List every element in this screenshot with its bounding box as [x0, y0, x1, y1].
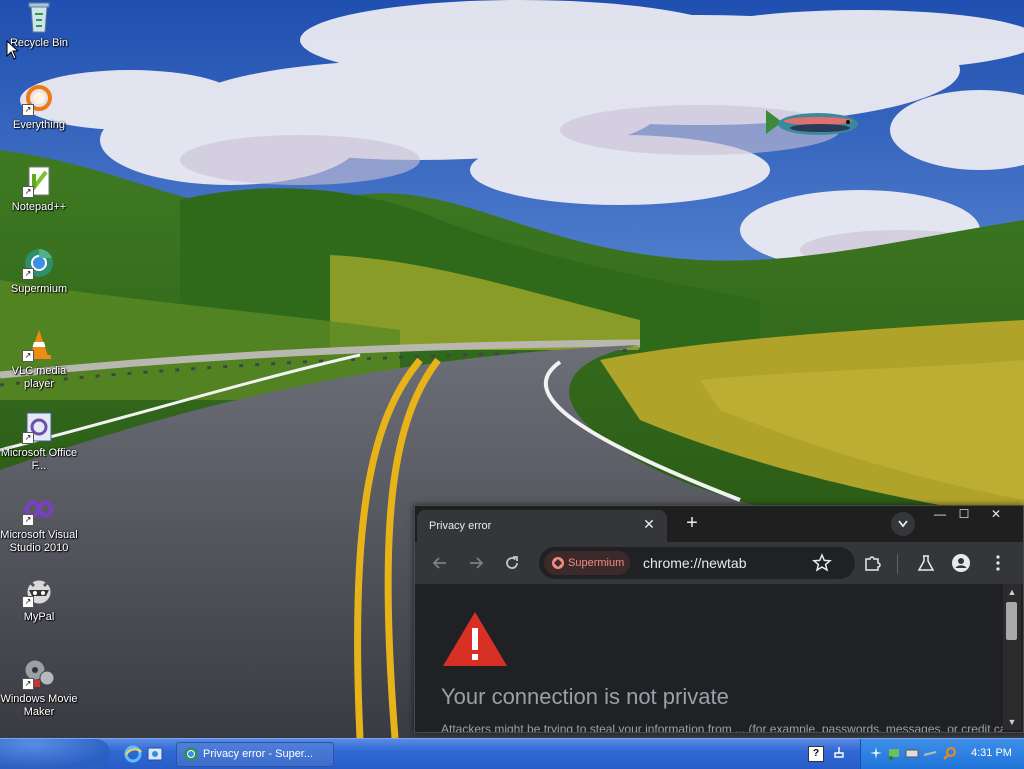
- desktop-icon-everything[interactable]: ↗ Everything: [0, 82, 78, 132]
- system-tray: 4:31 PM: [860, 739, 1024, 769]
- close-window-button[interactable]: ✕: [981, 506, 1011, 524]
- desktop-icon-label: Microsoft Office F...: [0, 447, 78, 472]
- taskbar-button-browser[interactable]: Privacy error - Super...: [176, 742, 334, 767]
- desktop-fish-decoration: [762, 104, 860, 144]
- desktop-icon-mypal[interactable]: ↗ MyPal: [0, 574, 78, 624]
- maximize-button[interactable]: ☐: [949, 506, 979, 524]
- browser-titlebar[interactable]: Privacy error ✕ + — ☐ ✕: [415, 506, 1023, 542]
- desktop-icon-office[interactable]: ↗ Microsoft Office F...: [0, 410, 78, 473]
- start-button[interactable]: [0, 739, 110, 769]
- reload-icon: [506, 556, 518, 569]
- page-description: Attackers might be trying to steal your …: [441, 722, 1003, 732]
- desktop-icon-movie-maker[interactable]: ↗ Windows Movie Maker: [0, 656, 78, 719]
- vlc-cone-icon: ↗: [22, 328, 56, 362]
- back-button[interactable]: [429, 552, 451, 574]
- supermium-browser-icon: ↗: [22, 246, 56, 280]
- address-bar[interactable]: Supermium chrome://newtab: [539, 547, 855, 579]
- extensions-button[interactable]: [861, 552, 883, 574]
- everything-search-icon: ↗: [22, 82, 56, 116]
- star-icon: [812, 553, 832, 572]
- browser-window[interactable]: Privacy error ✕ + — ☐ ✕ Supermium chrome…: [414, 505, 1024, 733]
- scroll-thumb[interactable]: [1006, 602, 1017, 640]
- security-chip[interactable]: Supermium: [544, 551, 630, 575]
- page-content: Your connection is not private Attackers…: [415, 584, 1003, 732]
- shortcut-arrow-icon: ↗: [22, 104, 34, 116]
- taskbar-clock[interactable]: 4:31 PM: [971, 747, 1012, 759]
- quick-launch-show-desktop-icon[interactable]: [146, 745, 164, 763]
- shortcut-arrow-icon: ↗: [22, 678, 34, 690]
- desktop-icon-label: MyPal: [23, 611, 55, 623]
- puzzle-piece-icon: [865, 556, 881, 571]
- supermium-taskbar-icon: [183, 746, 199, 765]
- keyboard-tray-icon[interactable]: [905, 746, 919, 760]
- language-bar-icon[interactable]: [832, 745, 850, 763]
- recycle-bin-icon: [22, 0, 56, 34]
- page-title: Your connection is not private: [441, 684, 729, 709]
- chevron-down-icon: [898, 520, 908, 528]
- new-tab-button[interactable]: +: [681, 513, 703, 535]
- not-secure-icon: [552, 557, 564, 569]
- kebab-menu-icon: [996, 555, 1000, 571]
- desktop-icon-label: Everything: [13, 119, 65, 131]
- tab-close-icon[interactable]: ✕: [641, 516, 657, 532]
- reload-button[interactable]: [501, 552, 523, 574]
- scroll-down-arrow-icon[interactable]: ▼: [1006, 716, 1018, 728]
- search-tray-icon[interactable]: [943, 746, 957, 760]
- mypal-raccoon-icon: ↗: [22, 574, 56, 608]
- taskbar: Privacy error - Super... ? 4:31 PM: [0, 738, 1024, 769]
- network-tray-icon[interactable]: [869, 746, 883, 760]
- desktop-icon-label: VLC media player: [11, 365, 67, 390]
- quick-launch-ie-icon[interactable]: [124, 745, 142, 763]
- tab-title: Privacy error: [429, 520, 492, 532]
- tab-search-button[interactable]: [891, 512, 915, 536]
- flask-icon: [917, 555, 935, 571]
- profile-button[interactable]: [950, 552, 972, 574]
- bookmark-button[interactable]: [811, 552, 833, 574]
- back-arrow-icon: [432, 557, 446, 569]
- visual-studio-icon: ↗: [22, 492, 56, 526]
- shortcut-arrow-icon: ↗: [22, 596, 34, 608]
- desktop-icon-label: Supermium: [10, 283, 68, 295]
- notepad-plus-plus-icon: ↗: [22, 164, 56, 198]
- labs-button[interactable]: [915, 552, 937, 574]
- safely-remove-tray-icon[interactable]: [887, 746, 901, 760]
- warning-triangle-icon: [441, 610, 509, 673]
- desktop-icon-label: Notepad++: [11, 201, 67, 213]
- desktop-icon-supermium[interactable]: ↗ Supermium: [0, 246, 78, 296]
- shortcut-arrow-icon: ↗: [22, 350, 34, 362]
- tab-privacy-error[interactable]: Privacy error ✕: [417, 510, 667, 542]
- scroll-up-arrow-icon[interactable]: ▲: [1006, 586, 1018, 598]
- desktop-icon-label: Microsoft Visual Studio 2010: [0, 529, 78, 554]
- desktop-icon-notepad-plus-plus[interactable]: ↗ Notepad++: [0, 164, 78, 214]
- profile-avatar-icon: [952, 554, 970, 572]
- shortcut-arrow-icon: ↗: [22, 432, 34, 444]
- url-text[interactable]: chrome://newtab: [643, 555, 747, 571]
- desktop-icon-vlc[interactable]: ↗ VLC media player: [0, 328, 78, 391]
- shortcut-arrow-icon: ↗: [22, 186, 34, 198]
- browser-toolbar: Supermium chrome://newtab: [415, 542, 1023, 584]
- office-document-icon: ↗: [22, 410, 56, 444]
- page-scrollbar[interactable]: ▲ ▼: [1003, 584, 1021, 730]
- shortcut-arrow-icon: ↗: [22, 268, 34, 280]
- toolbar-divider: [897, 554, 898, 574]
- movie-maker-icon: ↗: [22, 656, 56, 690]
- security-chip-label: Supermium: [568, 557, 625, 569]
- taskbar-button-label: Privacy error - Super...: [203, 748, 314, 760]
- help-icon[interactable]: ?: [808, 746, 824, 762]
- mouse-cursor-icon: [6, 39, 20, 65]
- desktop-icon-visual-studio[interactable]: ↗ Microsoft Visual Studio 2010: [0, 492, 78, 555]
- pen-tray-icon[interactable]: [923, 746, 937, 760]
- desktop-icon-label: Windows Movie Maker: [0, 693, 78, 718]
- forward-button[interactable]: [465, 552, 487, 574]
- menu-button[interactable]: [987, 552, 1009, 574]
- shortcut-arrow-icon: ↗: [22, 514, 34, 526]
- forward-arrow-icon: [470, 557, 484, 569]
